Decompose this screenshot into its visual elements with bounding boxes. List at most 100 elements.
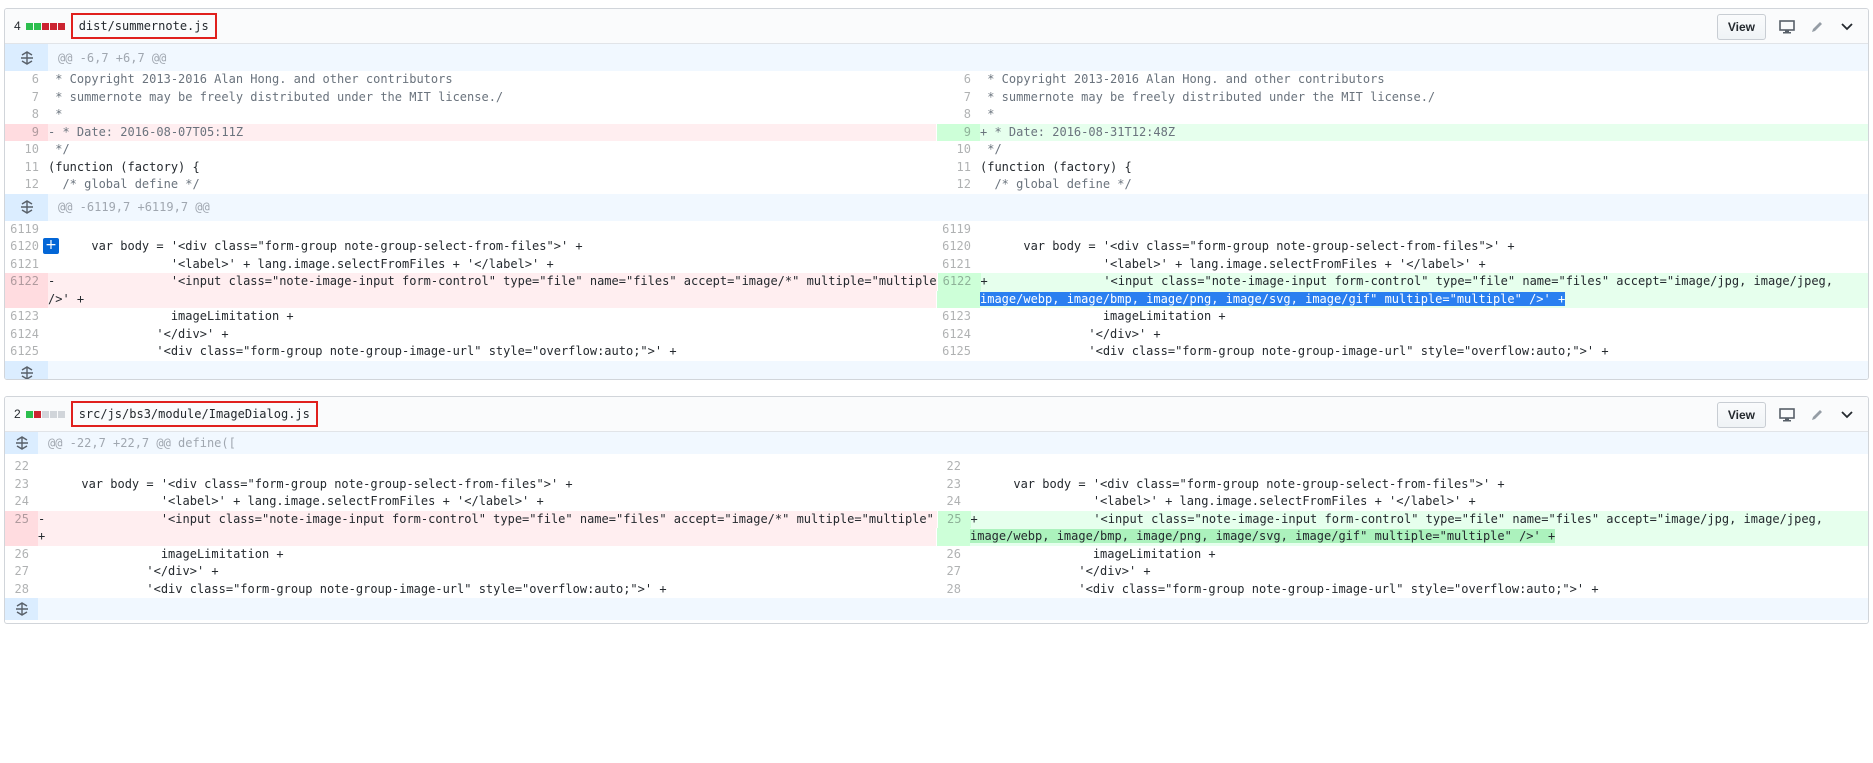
expand-icon[interactable] (5, 44, 48, 71)
line-number[interactable]: 22 (5, 458, 38, 476)
add-comment-icon[interactable]: + (43, 238, 59, 254)
pencil-icon[interactable] (1808, 406, 1826, 424)
expand-icon[interactable] (5, 360, 48, 379)
line-number[interactable]: 9 (5, 123, 48, 141)
diff-row: 9- * Date: 2016-08-07T05:11Z 9 + * Date: 2… (5, 123, 1868, 141)
chevron-down-icon[interactable] (1838, 18, 1856, 36)
diff-row: 6121 '<label>' + lang.image.selectFromFi… (5, 255, 1868, 274)
line-number[interactable]: 22 (937, 458, 970, 476)
line-number[interactable] (937, 528, 970, 546)
line-number[interactable]: 10 (5, 141, 48, 159)
line-number[interactable]: 28 (5, 581, 38, 599)
line-number[interactable]: 6121 (5, 256, 48, 274)
view-button[interactable]: View (1716, 402, 1766, 428)
code-line: * summernote may be freely distributed u… (48, 89, 504, 104)
line-number[interactable]: 6125 (5, 343, 48, 361)
desktop-icon[interactable] (1778, 406, 1796, 424)
diff-row: 28 '<div class="form-group note-group-im… (5, 580, 1868, 599)
line-number[interactable]: 12 (5, 176, 48, 194)
line-number[interactable]: 9 (937, 123, 980, 141)
diff-row: 23 var body = '<div class="form-group no… (5, 475, 1868, 494)
line-number[interactable]: 23 (5, 476, 38, 494)
hunk-header: @@ -22,7 +22,7 @@ define([ (5, 432, 1868, 454)
line-number[interactable]: 6123 (5, 308, 48, 326)
line-number[interactable]: 28 (937, 581, 970, 599)
line-number[interactable]: 26 (5, 546, 38, 564)
line-number[interactable] (5, 290, 48, 308)
code-line: * (980, 107, 995, 121)
line-number[interactable]: 6119 (937, 221, 980, 239)
line-number[interactable] (5, 528, 38, 546)
diff-side: 24 '<label>' + lang.image.selectFromFile… (936, 493, 1868, 511)
diff-side: 6124 '</div>' + (936, 325, 1868, 344)
line-number[interactable]: 11 (5, 159, 48, 177)
line-number[interactable]: 23 (937, 476, 970, 494)
line-number[interactable]: 6 (5, 71, 48, 89)
line-number[interactable]: 8 (937, 106, 980, 124)
file-name[interactable]: src/js/bs3/module/ImageDialog.js (70, 401, 318, 427)
line-number[interactable]: 27 (937, 563, 970, 581)
diff-row: 11 (function (factory) {11 (function (fact… (5, 158, 1868, 177)
diff-side: 12 /* global define */ (5, 176, 936, 194)
code-line: + '<input class="note-image-input form-c… (970, 510, 1868, 528)
line-number[interactable]: 24 (5, 493, 38, 511)
line-number[interactable]: 12 (937, 176, 980, 194)
code-line: '<label>' + lang.image.selectFromFiles +… (48, 256, 554, 271)
line-number[interactable]: 24 (937, 493, 970, 511)
line-number[interactable]: 25 (937, 510, 971, 528)
line-number[interactable]: 6124 (5, 326, 48, 344)
diff-row: 6123 imageLimitation +6123 imageLimitati… (5, 308, 1868, 326)
line-number[interactable]: 6120 (937, 238, 980, 256)
code-line: - '<input class="note-image-input form-c… (48, 273, 944, 291)
diff-side: 8 * (936, 106, 1868, 124)
diff-side: 27 '</div>' + (5, 563, 936, 581)
line-number[interactable]: 6119 (5, 221, 48, 239)
diff-side: 28 '<div class="form-group note-group-im… (936, 580, 1868, 599)
line-number[interactable]: 25 (5, 510, 38, 528)
expand-icon[interactable] (5, 598, 38, 620)
file-name[interactable]: dist/summernote.js (70, 13, 217, 39)
code-line: var body = '<div class="form-group note-… (980, 239, 1515, 253)
line-number[interactable]: 6121 (937, 256, 980, 274)
code-line: + (38, 528, 936, 546)
view-button[interactable]: View (1716, 14, 1766, 40)
line-number[interactable] (937, 290, 980, 308)
line-number[interactable]: 6122 (5, 273, 48, 291)
diff-row: 6124 '</div>' +6124 '</div>' + (5, 325, 1868, 344)
line-number[interactable]: 27 (5, 563, 38, 581)
line-number[interactable]: 6 (937, 71, 980, 89)
chevron-down-icon[interactable] (1838, 406, 1856, 424)
desktop-icon[interactable] (1778, 18, 1796, 36)
line-number[interactable]: 8 (5, 106, 48, 124)
change-count: 2 (14, 407, 21, 421)
code-line: />' + (48, 290, 936, 308)
diff-row: 27 '</div>' +27 '</div>' + (5, 563, 1868, 581)
line-number[interactable]: 7 (937, 89, 980, 107)
pencil-icon[interactable] (1808, 18, 1826, 36)
line-number[interactable]: 11 (937, 159, 980, 177)
line-number[interactable]: 6125 (937, 343, 980, 361)
line-number[interactable]: 26 (937, 546, 970, 564)
code-line: + * Date: 2016-08-31T12:48Z (980, 123, 1868, 141)
expand-icon[interactable] (5, 193, 48, 221)
line-number[interactable]: 6122 (937, 273, 981, 291)
code-line: '<div class="form-group note-group-image… (48, 344, 677, 358)
diff-side: 6121 '<label>' + lang.image.selectFromFi… (936, 255, 1868, 274)
line-number[interactable]: 10 (937, 141, 980, 159)
hunk-footer (5, 360, 1868, 379)
line-number[interactable]: 6123 (937, 308, 980, 326)
hunk-footer (5, 598, 1868, 620)
diffstat (25, 22, 65, 30)
diff-side: 27 '</div>' + (936, 563, 1868, 581)
line-number[interactable]: 6124 (937, 326, 980, 344)
code-line: + '<input class="note-image-input form-c… (980, 273, 1868, 291)
code-line: * (48, 107, 63, 121)
diff-side: 6124 '</div>' + (5, 326, 936, 344)
code-line: * Copyright 2013-2016 Alan Hong. and oth… (48, 72, 453, 86)
expand-icon[interactable] (5, 432, 38, 454)
diff-side: 7 * summernote may be freely distributed… (5, 89, 936, 107)
line-number[interactable]: 7 (5, 89, 48, 107)
line-number[interactable]: 6120 (5, 238, 48, 256)
code-line: imageLimitation + (980, 309, 1226, 323)
hunk-range: @@ -6,7 +6,7 @@ (58, 50, 167, 65)
